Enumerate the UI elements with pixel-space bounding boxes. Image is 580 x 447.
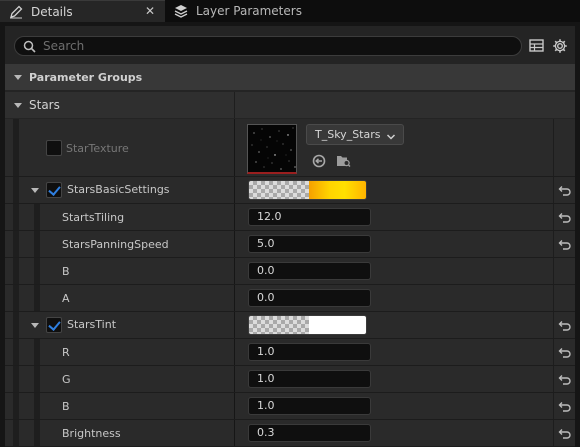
property-label: StarsPanningSpeed — [62, 238, 169, 251]
collapse-arrow-icon[interactable] — [31, 323, 39, 328]
use-selected-icon[interactable] — [312, 154, 326, 168]
reset-to-default-icon[interactable] — [558, 399, 572, 416]
layers-icon — [173, 3, 189, 19]
property-row-starsbasicsettings: StarsBasicSettings — [5, 177, 575, 204]
category-parameter-groups[interactable]: Parameter Groups — [5, 64, 575, 90]
color-swatch[interactable] — [248, 180, 367, 200]
tab-layer-parameters[interactable]: Layer Parameters — [165, 0, 315, 22]
texture-asset-dropdown[interactable]: T_Sky_Stars — [306, 124, 404, 145]
details-panel: Parameter Groups Stars StarTexture — [5, 26, 575, 447]
reset-to-default-icon[interactable] — [558, 318, 572, 335]
property-row-g: G 1.0 — [5, 366, 575, 393]
chevron-down-icon — [386, 129, 396, 148]
reset-to-default-icon[interactable] — [558, 345, 572, 362]
tab-bar: Details ✕ Layer Parameters — [0, 0, 580, 22]
column-splitter[interactable] — [234, 92, 235, 118]
property-label: R — [62, 346, 70, 359]
property-row-starstint: StarsTint — [5, 312, 575, 339]
property-row-b: B 1.0 — [5, 393, 575, 420]
number-field[interactable]: 0.3 — [248, 424, 371, 442]
number-field[interactable]: 5.0 — [248, 235, 371, 253]
category-label: Parameter Groups — [29, 70, 143, 84]
number-field[interactable]: 0.0 — [248, 262, 371, 280]
search-icon — [23, 40, 36, 56]
close-tab-icon[interactable]: ✕ — [145, 4, 155, 18]
startexture-checkbox[interactable] — [46, 140, 62, 156]
property-row-brightness: Brightness 0.3 — [5, 420, 575, 447]
tab-details-label: Details — [31, 4, 73, 19]
pencil-icon — [8, 4, 24, 20]
number-field[interactable]: 1.0 — [248, 397, 371, 415]
search-row — [5, 26, 575, 64]
tab-layer-parameters-label: Layer Parameters — [196, 4, 302, 18]
starstint-checkbox[interactable] — [46, 317, 62, 333]
property-label: StarsBasicSettings — [67, 183, 170, 196]
property-label: B — [62, 400, 70, 413]
property-row-starspanningspeed: StarsPanningSpeed 5.0 — [5, 231, 575, 258]
number-field[interactable]: 12.0 — [248, 208, 371, 226]
reset-to-default-icon[interactable] — [558, 237, 572, 254]
search-box[interactable] — [14, 36, 522, 56]
category-label: Stars — [29, 98, 60, 112]
property-row-b: B 0.0 — [5, 258, 575, 285]
color-swatch[interactable] — [248, 315, 367, 335]
property-label: StarsTint — [67, 318, 117, 331]
property-row-r: R 1.0 — [5, 339, 575, 366]
collapse-arrow-icon — [14, 102, 22, 108]
settings-gear-icon[interactable] — [552, 38, 568, 54]
reset-to-default-icon[interactable] — [558, 372, 572, 389]
property-row-startstiling: StartsTiling 12.0 — [5, 204, 575, 231]
texture-asset-name: T_Sky_Stars — [315, 128, 381, 141]
property-row-startexture: StarTexture T_Sky_Stars — [5, 119, 575, 177]
reset-to-default-icon[interactable] — [558, 183, 572, 200]
property-row-a: A 0.0 — [5, 285, 575, 312]
number-field[interactable]: 1.0 — [248, 343, 371, 361]
table-view-icon[interactable] — [529, 38, 545, 54]
property-label: G — [62, 373, 71, 386]
property-label: B — [62, 265, 70, 278]
collapse-arrow-icon — [14, 74, 22, 80]
property-label: StartsTiling — [62, 211, 125, 224]
property-label: StarTexture — [66, 142, 129, 155]
starsbasicsettings-checkbox[interactable] — [46, 182, 62, 198]
search-input[interactable] — [43, 37, 513, 55]
browse-asset-icon[interactable] — [336, 154, 351, 168]
category-stars[interactable]: Stars — [5, 92, 575, 118]
texture-thumbnail[interactable] — [247, 124, 297, 174]
property-label: Brightness — [62, 427, 121, 440]
reset-to-default-icon[interactable] — [558, 210, 572, 227]
number-field[interactable]: 0.0 — [248, 289, 371, 307]
tab-details[interactable]: Details ✕ — [0, 0, 165, 22]
collapse-arrow-icon[interactable] — [31, 188, 39, 193]
reset-to-default-icon[interactable] — [558, 426, 572, 443]
number-field[interactable]: 1.0 — [248, 370, 371, 388]
property-label: A — [62, 292, 70, 305]
